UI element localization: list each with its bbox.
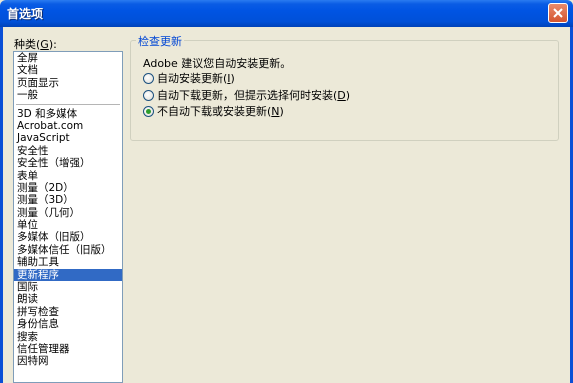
category-item[interactable]: 一般 bbox=[14, 89, 122, 101]
category-item[interactable]: 表单 bbox=[14, 170, 122, 182]
radio-auto-download-prompt[interactable]: 自动下载更新，但提示选择何时安装(D) bbox=[143, 87, 350, 103]
category-item[interactable]: 单位 bbox=[14, 219, 122, 231]
category-item[interactable]: 全屏 bbox=[14, 52, 122, 64]
category-item[interactable]: 页面显示 bbox=[14, 77, 122, 89]
category-item[interactable]: 测量（3D） bbox=[14, 194, 122, 206]
category-item[interactable]: JavaScript bbox=[14, 132, 122, 144]
category-label: 种类(G): bbox=[14, 38, 57, 51]
title-bar: 首选项 bbox=[0, 0, 573, 27]
category-item[interactable]: Acrobat.com bbox=[14, 120, 122, 132]
category-item[interactable]: 多媒体信任（旧版） bbox=[14, 244, 122, 256]
radio-button[interactable] bbox=[143, 105, 154, 117]
window-frame-left bbox=[0, 27, 3, 383]
category-item[interactable]: 3D 和多媒体 bbox=[14, 108, 122, 120]
category-item[interactable]: 信任管理器 bbox=[14, 343, 122, 355]
list-separator bbox=[16, 103, 120, 105]
category-item[interactable]: 更新程序 bbox=[14, 268, 122, 282]
radio-auto-install[interactable]: 自动安装更新(I) bbox=[143, 70, 235, 86]
category-item[interactable]: 身份信息 bbox=[14, 318, 122, 330]
category-item[interactable]: 测量（2D） bbox=[14, 182, 122, 194]
window-title: 首选项 bbox=[7, 7, 44, 21]
close-icon bbox=[553, 8, 563, 18]
category-item[interactable]: 辅助工具 bbox=[14, 256, 122, 268]
category-item[interactable]: 测量（几何） bbox=[14, 207, 122, 219]
category-item[interactable]: 安全性 bbox=[14, 145, 122, 157]
category-list[interactable]: 全屏 文档 页面显示 一般 3D 和多媒体 Acrobat.com JavaScript 安全… bbox=[13, 51, 123, 383]
radio-button[interactable] bbox=[143, 89, 154, 101]
check-updates-legend: 检查更新 bbox=[136, 33, 184, 49]
category-item[interactable]: 搜索 bbox=[14, 331, 122, 343]
close-button[interactable] bbox=[548, 3, 568, 23]
category-item[interactable]: 文档 bbox=[14, 64, 122, 76]
category-item[interactable]: 朗读 bbox=[14, 293, 122, 305]
update-description: Adobe 建议您自动安装更新。 bbox=[143, 57, 292, 70]
radio-no-auto-update[interactable]: 不自动下载或安装更新(N) bbox=[143, 103, 284, 119]
category-item[interactable]: 拼写检查 bbox=[14, 306, 122, 318]
radio-button[interactable] bbox=[143, 72, 154, 84]
category-item[interactable]: 因特网 bbox=[14, 355, 122, 367]
category-item[interactable]: 多媒体（旧版） bbox=[14, 231, 122, 243]
category-item[interactable]: 安全性（增强） bbox=[14, 157, 122, 169]
category-item[interactable]: 国际 bbox=[14, 281, 122, 293]
